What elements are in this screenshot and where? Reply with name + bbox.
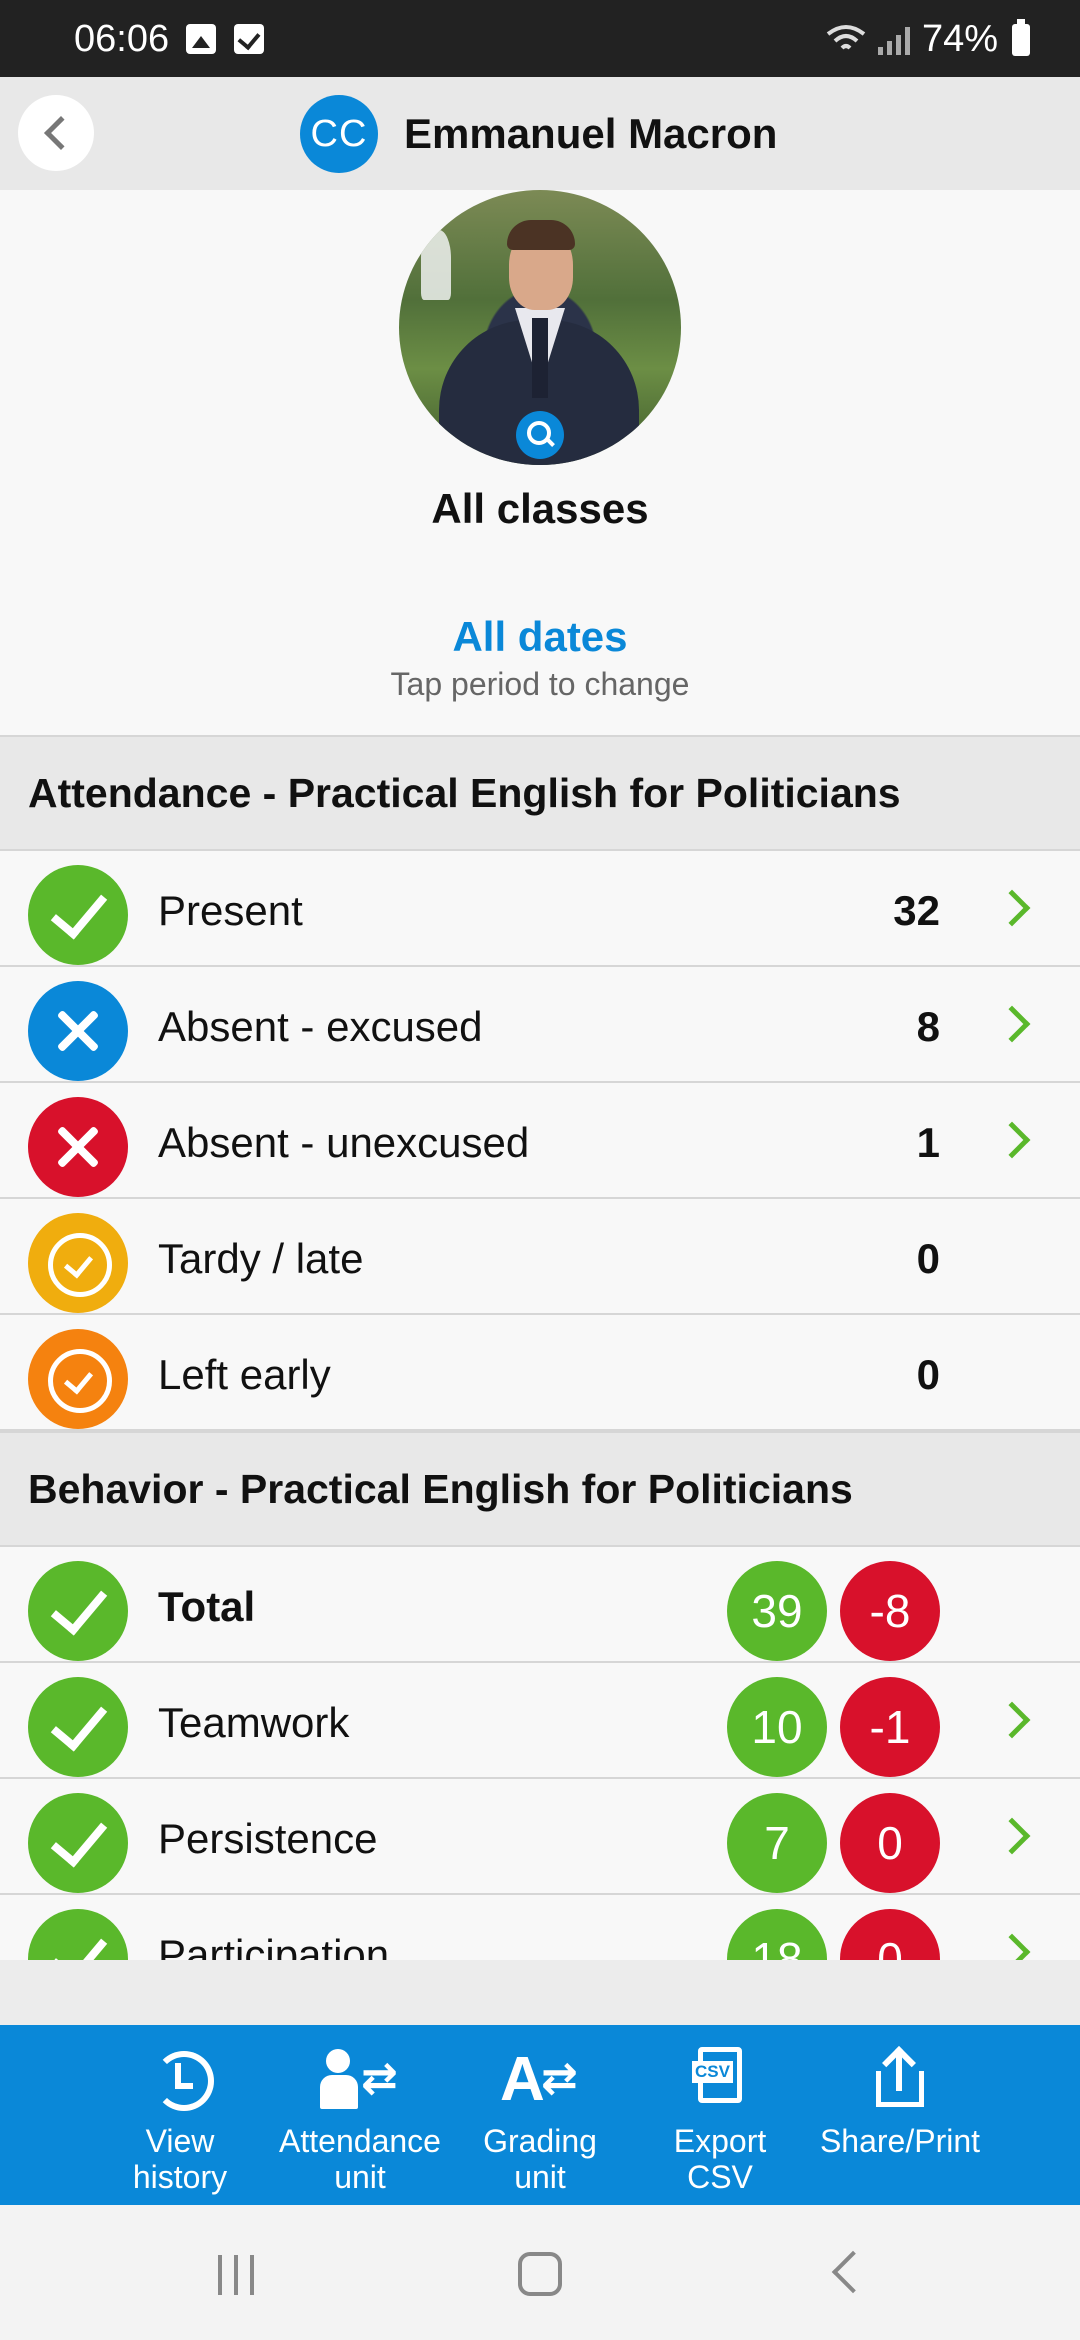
battery-percent: 74%: [921, 18, 998, 60]
negative-points-badge: 0: [840, 1793, 940, 1893]
image-notification-icon: [186, 24, 216, 54]
close-icon: [28, 1097, 128, 1197]
share-icon: [860, 2046, 940, 2117]
chevron-right-icon: [993, 889, 1031, 927]
system-back-button[interactable]: [831, 2250, 875, 2294]
recents-button[interactable]: [218, 2255, 254, 2295]
home-button[interactable]: [518, 2252, 562, 2296]
class-title[interactable]: All classes: [0, 485, 1080, 533]
grading-swap-icon: A ⇄: [500, 2045, 578, 2114]
row-count: 1: [916, 1119, 940, 1166]
attendance-row-tardy: Tardy / late 0: [0, 1199, 1080, 1315]
wifi-icon: [826, 24, 866, 49]
clock-icon: [28, 1329, 128, 1429]
battery-icon: [1012, 18, 1030, 56]
attendance-unit-button[interactable]: ⇄ Attendance unit: [270, 2047, 450, 2195]
row-label: Present: [158, 887, 303, 934]
notification-icons: [186, 24, 264, 54]
export-csv-button[interactable]: CSV Export CSV: [630, 2047, 810, 2195]
stats-list[interactable]: Attendance - Practical English for Polit…: [0, 735, 1080, 1960]
profile-area: All classes All dates Tap period to chan…: [0, 190, 1080, 735]
row-label: Tardy / late: [158, 1235, 364, 1282]
close-icon: [28, 981, 128, 1081]
grading-unit-button[interactable]: A ⇄ Grading unit: [450, 2045, 630, 2196]
status-bar: 06:06 74%: [0, 0, 1080, 77]
class-badge: CC: [300, 95, 378, 173]
negative-points-badge: -1: [840, 1677, 940, 1777]
row-count: 0: [916, 1351, 940, 1398]
row-count: 32: [893, 887, 940, 934]
chevron-right-icon: [993, 1005, 1031, 1043]
date-range-link[interactable]: All dates: [0, 613, 1080, 661]
behavior-row-persistence[interactable]: Persistence 7 0: [0, 1779, 1080, 1895]
app-header: CC Emmanuel Macron: [0, 77, 1080, 190]
share-print-button[interactable]: Share/Print: [810, 2046, 990, 2159]
history-icon: [140, 2047, 220, 2117]
chevron-right-icon: [993, 1933, 1031, 1960]
check-icon: [28, 1909, 128, 1960]
signal-icon: [877, 25, 910, 55]
status-indicators: 74%: [826, 18, 1030, 61]
check-icon: [28, 865, 128, 965]
behavior-section-header: Behavior - Practical English for Politic…: [0, 1431, 1080, 1547]
positive-points-badge: 18: [727, 1909, 827, 1960]
row-count: 0: [916, 1235, 940, 1282]
page-title: Emmanuel Macron: [404, 110, 778, 157]
row-label: Left early: [158, 1351, 331, 1398]
zoom-icon[interactable]: [516, 411, 564, 459]
header-title-group: CC Emmanuel Macron: [300, 95, 777, 173]
row-label: Absent - unexcused: [158, 1119, 530, 1166]
attendance-swap-icon: ⇄: [320, 2047, 400, 2117]
attendance-row-absent-unexcused[interactable]: Absent - unexcused 1: [0, 1083, 1080, 1199]
clock-icon: [28, 1213, 128, 1313]
check-icon: [28, 1561, 128, 1661]
check-icon: [28, 1677, 128, 1777]
positive-points-badge: 10: [727, 1677, 827, 1777]
row-label: Teamwork: [158, 1699, 350, 1746]
task-notification-icon: [234, 24, 264, 54]
row-label: Total: [158, 1583, 256, 1630]
action-bar: View history ⇄ Attendance unit A ⇄ Gradi…: [0, 2025, 1080, 2205]
attendance-section-header: Attendance - Practical English for Polit…: [0, 735, 1080, 851]
system-nav-bar: [0, 2205, 1080, 2340]
negative-points-badge: 0: [840, 1909, 940, 1960]
row-label: Persistence: [158, 1815, 378, 1862]
chevron-left-icon: [44, 116, 78, 150]
row-label: Absent - excused: [158, 1003, 483, 1050]
chevron-right-icon: [993, 1121, 1031, 1159]
csv-file-icon: CSV: [680, 2047, 760, 2117]
chevron-right-icon: [993, 1817, 1031, 1855]
attendance-row-absent-excused[interactable]: Absent - excused 8: [0, 967, 1080, 1083]
list-footer-spacer: [0, 1960, 1080, 2025]
positive-points-badge: 7: [727, 1793, 827, 1893]
behavior-row-teamwork[interactable]: Teamwork 10 -1: [0, 1663, 1080, 1779]
back-button[interactable]: [18, 95, 94, 171]
behavior-row-total: Total 39 -8: [0, 1547, 1080, 1663]
row-count: 8: [916, 1003, 940, 1050]
check-icon: [28, 1793, 128, 1893]
attendance-row-left-early: Left early 0: [0, 1315, 1080, 1431]
row-label: Participation: [158, 1931, 390, 1960]
view-history-button[interactable]: View history: [90, 2047, 270, 2195]
behavior-row-participation[interactable]: Participation 18 0: [0, 1895, 1080, 1960]
negative-points-badge: -8: [840, 1561, 940, 1661]
chevron-right-icon: [993, 1701, 1031, 1739]
attendance-row-present[interactable]: Present 32: [0, 851, 1080, 967]
positive-points-badge: 39: [727, 1561, 827, 1661]
date-range-hint: Tap period to change: [390, 666, 690, 702]
status-time: 06:06: [74, 18, 170, 60]
